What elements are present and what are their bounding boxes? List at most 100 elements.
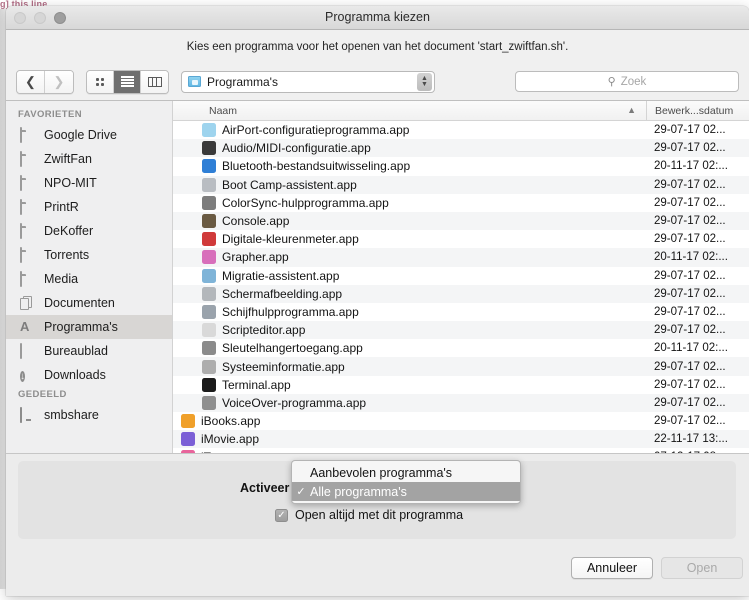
filter-menu-item[interactable]: Aanbevolen programma's <box>292 463 520 482</box>
file-row[interactable]: Migratie-assistent.app 29-07-17 02... <box>173 267 749 285</box>
file-row[interactable]: Boot Camp-assistent.app 29-07-17 02... <box>173 175 749 194</box>
file-date-cell: 29-07-17 02... <box>654 360 726 373</box>
path-popup-button[interactable]: Programma's ▲ ▼ <box>181 70 435 93</box>
file-row[interactable]: Terminal.app 29-07-17 02... <box>173 376 749 394</box>
caret-up-icon: ▲ <box>627 105 636 115</box>
file-date-cell: 29-07-17 02... <box>654 415 726 428</box>
view-mode-segmented-control <box>86 69 169 94</box>
file-name-label: iMovie.app <box>201 432 260 447</box>
file-row[interactable]: Systeeminformatie.app 29-07-17 02... <box>173 357 749 376</box>
file-name-label: Systeeminformatie.app <box>222 359 345 374</box>
back-button[interactable]: ❮ <box>17 70 45 93</box>
folder-icon-glyph <box>20 198 22 215</box>
file-row[interactable]: Sleutelhangertoegang.app 20-11-17 02:... <box>173 339 749 357</box>
column-header-date[interactable]: Bewerk...sdatum <box>646 101 749 120</box>
file-date-cell: 29-07-17 02... <box>654 378 726 391</box>
sidebar-item-label: Torrents <box>44 248 90 262</box>
filter-menu-item-label: Aanbevolen programma's <box>310 465 453 480</box>
file-date-cell: 20-11-17 02:... <box>654 160 728 173</box>
file-date-cell: 22-11-17 13:... <box>654 433 728 446</box>
always-open-row[interactable]: ✓ Open altijd met dit programma <box>275 508 463 522</box>
app-icon <box>202 341 216 356</box>
sidebar: FAVORIETEN Google Drive ZwiftFan NPO-MIT Pri… <box>6 101 173 453</box>
file-row[interactable]: Console.app 29-07-17 02... <box>173 211 749 231</box>
activeer-label: Activeer <box>240 481 290 495</box>
sidebar-item-downloads[interactable]: ↓ Downloads <box>6 363 172 387</box>
sidebar-item-label: ZwiftFan <box>44 152 92 166</box>
file-row[interactable]: Digitale-kleurenmeter.app 29-07-17 02... <box>173 230 749 248</box>
file-row[interactable]: iBooks.app 29-07-17 02... <box>173 412 749 430</box>
sidebar-item-documenten[interactable]: Documenten <box>6 291 172 315</box>
sidebar-item-npo-mit[interactable]: NPO-MIT <box>6 171 172 195</box>
file-row[interactable]: Grapher.app 20-11-17 02:... <box>173 248 749 267</box>
open-button[interactable]: Open <box>661 557 743 579</box>
desktop-icon-glyph <box>20 342 22 359</box>
column-header-name[interactable]: Naam ▲ <box>173 101 646 120</box>
app-icon <box>202 123 216 138</box>
file-row[interactable]: Schermafbeelding.app 29-07-17 02... <box>173 284 749 303</box>
file-row[interactable]: Scripteditor.app 29-07-17 02... <box>173 321 749 340</box>
file-date-cell: 29-07-17 02... <box>654 269 726 282</box>
toolbar: ❮ ❯ Programma's ▲ ▼ ⚲ Zoek <box>6 63 749 101</box>
sidebar-section-header: FAVORIETEN <box>18 109 82 120</box>
column-view-button[interactable] <box>141 70 168 93</box>
downloads-icon-glyph: ↓ <box>20 370 25 382</box>
sidebar-item-torrents[interactable]: Torrents <box>6 243 172 267</box>
folder-icon <box>188 76 201 87</box>
file-row[interactable]: Audio/MIDI-configuratie.app 29-07-17 02..… <box>173 139 749 158</box>
file-row[interactable]: Bluetooth-bestandsuitwisseling.app 20-11-… <box>173 157 749 175</box>
dialog-body: FAVORIETEN Google Drive ZwiftFan NPO-MIT Pri… <box>6 101 749 453</box>
file-row[interactable]: Schijfhulpprogramma.app 29-07-17 02... <box>173 303 749 321</box>
sidebar-item-media[interactable]: Media <box>6 267 172 291</box>
window-titlebar[interactable]: Programma kiezen <box>6 6 749 30</box>
file-name-label: Bluetooth-bestandsuitwisseling.app <box>222 159 411 174</box>
file-name-cell: Sleutelhangertoegang.app <box>173 341 646 356</box>
file-row[interactable]: AirPort-configuratieprogramma.app 29-07-1… <box>173 121 749 139</box>
chevron-updown-icon[interactable]: ▲ ▼ <box>417 72 432 91</box>
app-icon <box>202 268 216 283</box>
file-row[interactable]: VoiceOver-programma.app 29-07-17 02... <box>173 393 749 412</box>
file-name-cell: Digitale-kleurenmeter.app <box>173 232 646 247</box>
file-name-label: Grapher.app <box>222 250 289 265</box>
file-date-cell: 29-07-17 02... <box>654 233 726 246</box>
file-name-label: Scripteditor.app <box>222 323 306 338</box>
folder-icon-glyph <box>20 174 22 191</box>
file-row[interactable]: ColorSync-hulpprogramma.app 29-07-17 02..… <box>173 194 749 212</box>
icon-view-button[interactable] <box>87 70 114 93</box>
search-input[interactable]: ⚲ Zoek <box>515 71 739 92</box>
chevron-left-icon: ❮ <box>25 74 36 89</box>
app-icon <box>202 141 216 156</box>
list-view-button[interactable] <box>114 70 141 93</box>
search-icon: ⚲ <box>607 76 616 88</box>
app-icon <box>202 304 216 319</box>
file-name-label: Terminal.app <box>222 377 291 392</box>
sidebar-item-dekoffer[interactable]: DeKoffer <box>6 219 172 243</box>
always-open-label: Open altijd met dit programma <box>295 508 464 522</box>
forward-button[interactable]: ❯ <box>45 70 73 93</box>
cancel-button[interactable]: Annuleer <box>571 557 653 579</box>
folder-icon <box>20 270 37 287</box>
always-open-checkbox[interactable]: ✓ <box>275 508 288 522</box>
filter-menu-item[interactable]: ✓ Alle programma's <box>292 482 520 501</box>
prompt-bar: Kies een programma voor het openen van h… <box>6 30 749 63</box>
search-placeholder: Zoek <box>620 75 647 88</box>
sidebar-item-printr[interactable]: PrintR <box>6 195 172 219</box>
app-icon <box>202 395 216 410</box>
folder-icon-glyph <box>20 246 22 263</box>
sidebar-item-programma-s[interactable]: A Programma's <box>6 315 172 339</box>
file-row[interactable]: iMovie.app 22-11-17 13:... <box>173 430 749 449</box>
folder-icon <box>20 246 37 263</box>
sidebar-item-google-drive[interactable]: Google Drive <box>6 123 172 147</box>
folder-icon <box>20 222 37 239</box>
column-view-icon <box>147 76 162 87</box>
sidebar-item-smbshare[interactable]: smbshare <box>6 403 172 427</box>
app-icon <box>202 377 216 392</box>
file-date-cell: 29-07-17 02... <box>654 196 726 209</box>
folder-icon <box>20 174 37 191</box>
applications-icon-glyph: A <box>20 318 30 334</box>
sidebar-item-zwiftfan[interactable]: ZwiftFan <box>6 147 172 171</box>
file-list-pane: Naam ▲ Bewerk...sdatum AirPort-configura… <box>173 101 749 453</box>
sidebar-item-bureaublad[interactable]: Bureaublad <box>6 339 172 363</box>
file-name-label: Schijfhulpprogramma.app <box>222 304 359 319</box>
file-name-cell: Console.app <box>173 214 646 229</box>
